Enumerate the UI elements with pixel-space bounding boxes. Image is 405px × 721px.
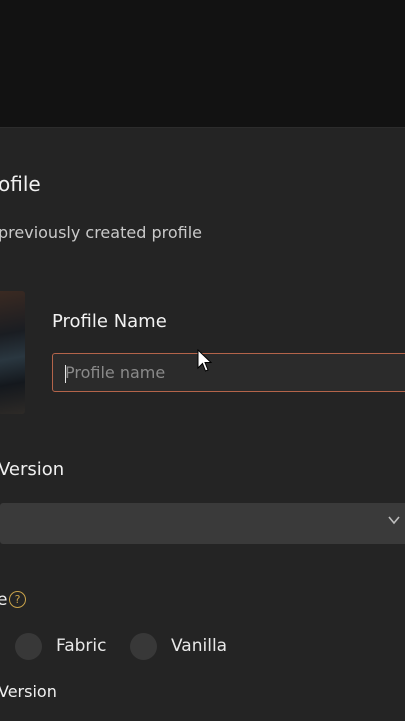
loader-label: e bbox=[0, 590, 7, 610]
radio-label-fabric: Fabric bbox=[56, 636, 107, 656]
text-caret bbox=[65, 365, 66, 383]
radio-vanilla[interactable] bbox=[130, 633, 157, 660]
profile-name-label: Profile Name bbox=[52, 311, 167, 332]
create-profile-dialog: ofile previously created profile Profile… bbox=[0, 127, 405, 721]
radio-label-vanilla: Vanilla bbox=[171, 636, 228, 656]
profile-name-input[interactable] bbox=[52, 353, 405, 392]
radio-fabric[interactable] bbox=[15, 633, 42, 660]
profile-image[interactable] bbox=[0, 291, 25, 414]
question-circle-icon[interactable]: ? bbox=[9, 591, 26, 608]
game-version-select[interactable] bbox=[0, 503, 405, 544]
mouse-cursor-icon bbox=[197, 349, 213, 372]
dialog-subtitle: previously created profile bbox=[0, 223, 202, 242]
game-version-label: Version bbox=[0, 459, 65, 480]
backdrop bbox=[0, 0, 405, 127]
dialog-title: ofile bbox=[0, 172, 41, 196]
chevron-down-icon bbox=[388, 516, 400, 525]
loader-version-label: Version bbox=[0, 682, 57, 701]
